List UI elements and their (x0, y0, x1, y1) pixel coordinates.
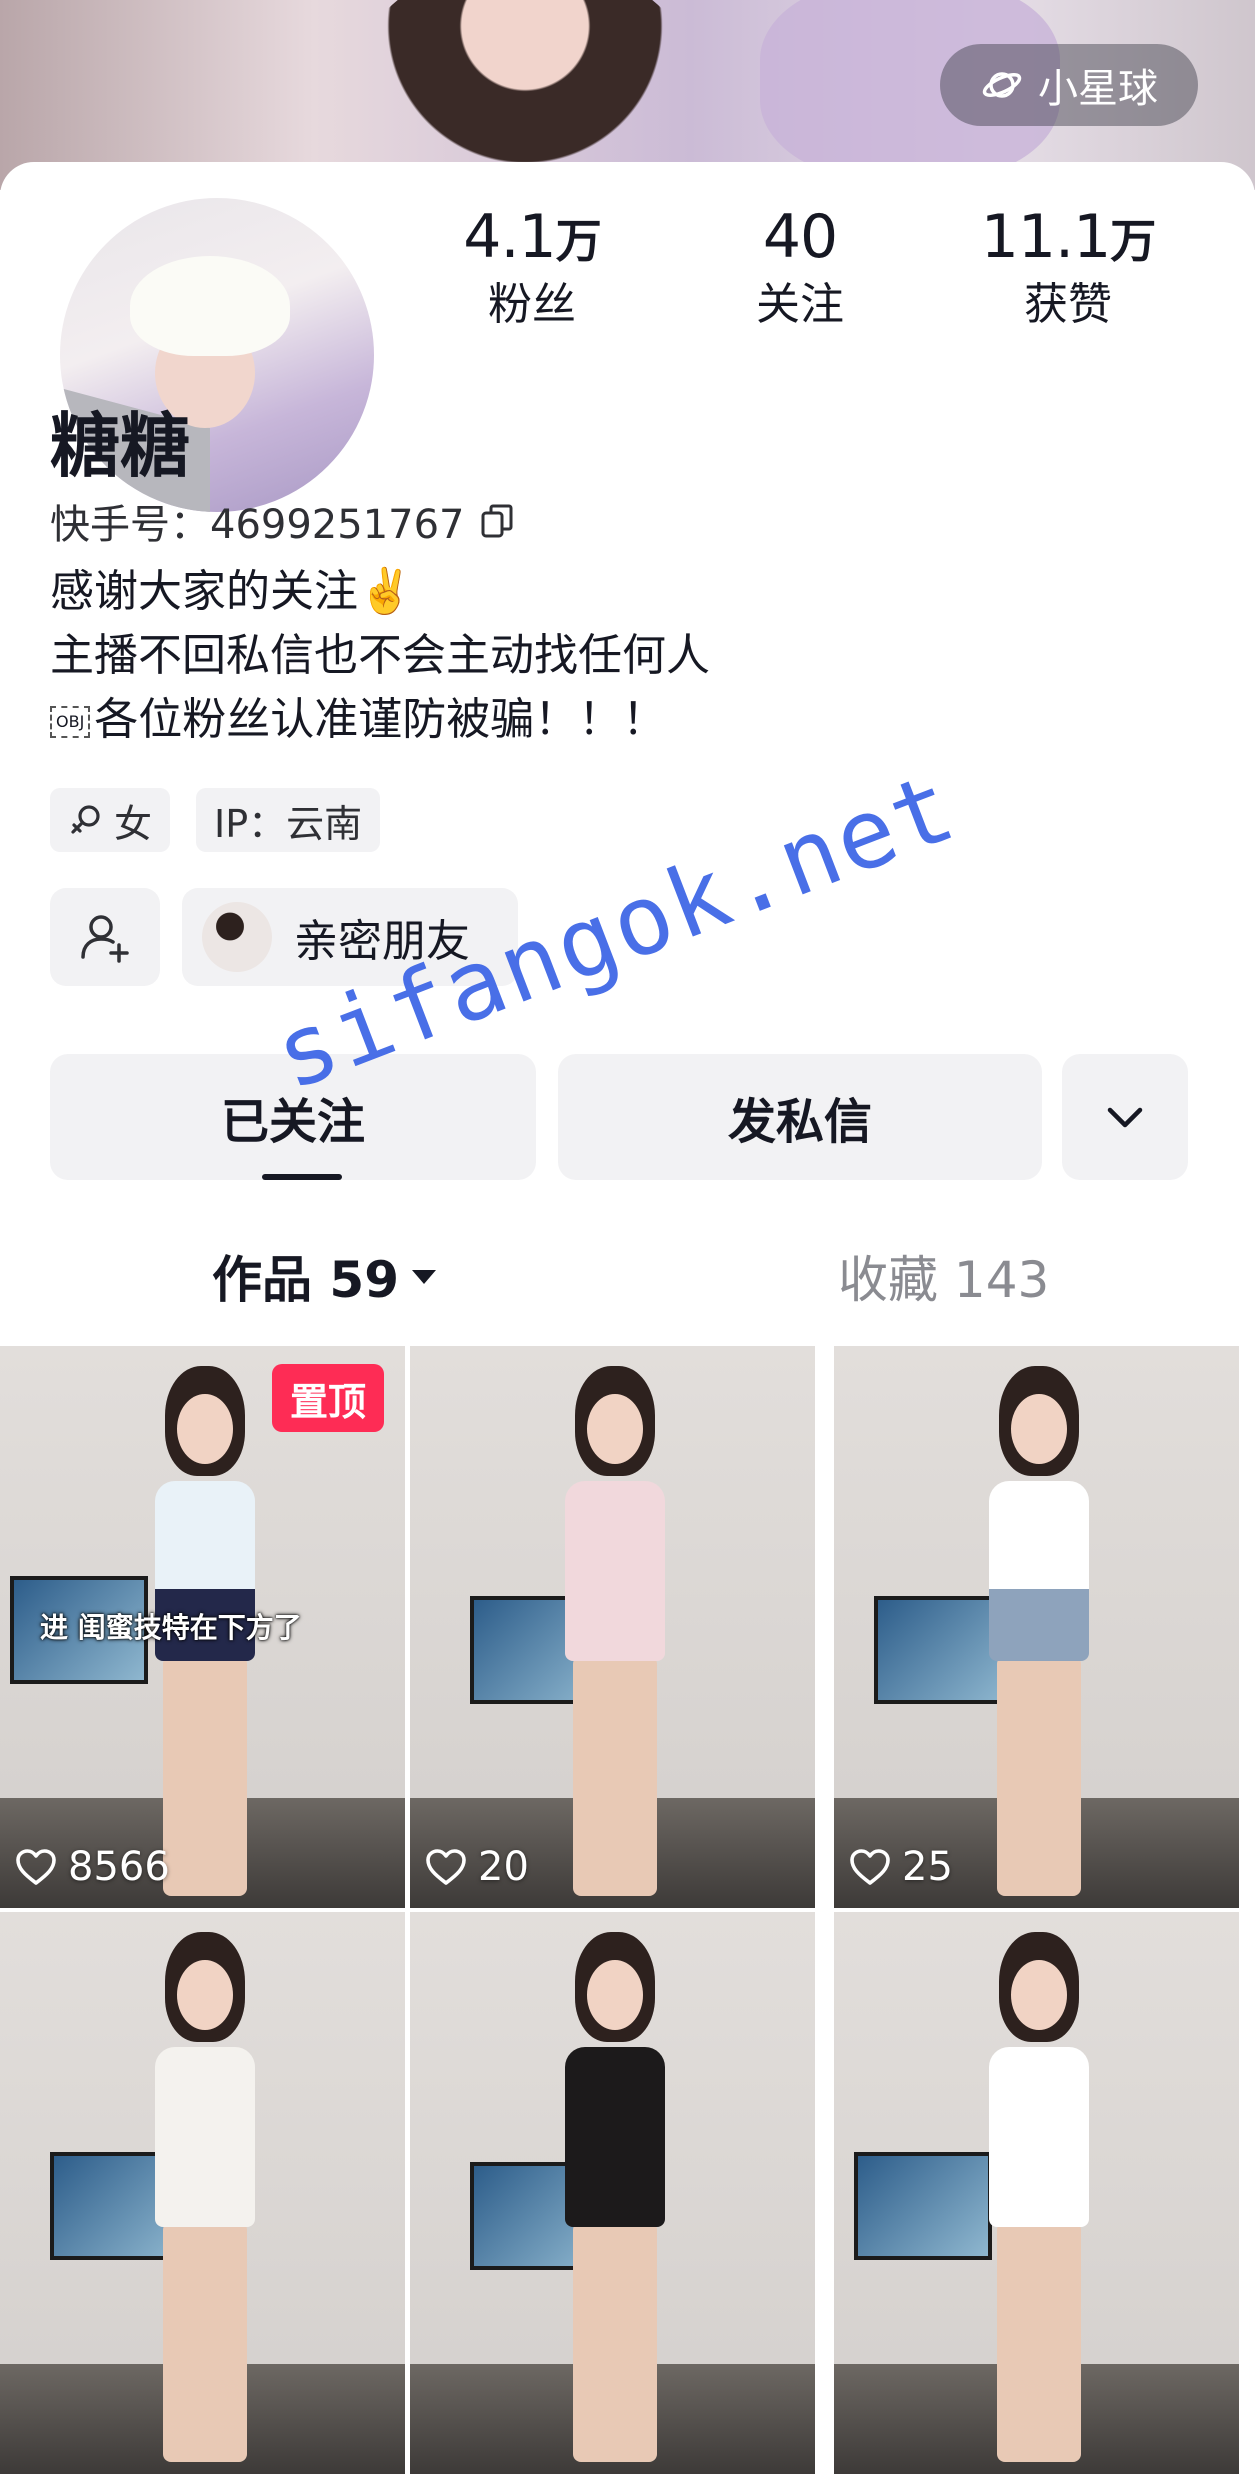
stat-likes-label: 获赞 (1024, 279, 1112, 330)
video-card[interactable] (834, 1912, 1239, 2474)
tab-collections[interactable]: 收藏 143 (838, 1240, 1049, 1312)
video-likes: 25 (848, 1844, 953, 1890)
video-likes-count: 25 (902, 1844, 953, 1890)
stat-followers-label: 粉丝 (488, 279, 576, 330)
stat-following[interactable]: 40 关注 (700, 202, 900, 332)
stat-following-label: 关注 (756, 279, 844, 330)
stat-followers[interactable]: 4.1万 粉丝 (432, 202, 632, 332)
profile-name: 糖糖 (50, 405, 190, 487)
copy-icon[interactable] (479, 502, 517, 540)
little-planet-button[interactable]: 小星球 (940, 44, 1198, 126)
add-user-icon (81, 915, 129, 963)
video-card[interactable]: 进 闺蜜技特在下方了 置顶 8566 (0, 1346, 405, 1908)
tab-works[interactable]: 作品 59 (212, 1240, 439, 1312)
video-likes: 20 (424, 1844, 529, 1890)
gender-tag: 女 (50, 788, 171, 852)
banner-photo (360, 0, 690, 180)
ip-tag: IP：云南 (196, 788, 381, 852)
video-likes: 8566 (14, 1844, 170, 1890)
planet-icon (982, 72, 1022, 98)
video-card[interactable] (0, 1912, 405, 2474)
person-in-thumbnail (979, 1366, 1099, 1906)
video-caption: 进 闺蜜技特在下方了 (40, 1611, 302, 1644)
video-card[interactable] (410, 1912, 815, 2474)
bio-line-2: 主播不回私信也不会主动找任何人 (50, 630, 710, 681)
more-dropdown-button[interactable] (1062, 1054, 1188, 1180)
chevron-down-icon (1107, 1107, 1143, 1128)
video-card[interactable]: 25 (834, 1346, 1239, 1908)
tab-works-label: 作品 59 (212, 1251, 399, 1309)
tv-in-thumbnail (854, 2152, 992, 2260)
video-card[interactable]: 20 (410, 1346, 815, 1908)
video-likes-count: 20 (478, 1844, 529, 1890)
profile-bio: 感谢大家的关注✌️ 主播不回私信也不会主动找任何人 OBJ 各位粉丝认准谨防被骗！… (50, 560, 710, 752)
video-likes-count: 8566 (68, 1844, 170, 1890)
heart-icon (426, 1849, 466, 1885)
user-id-row: 快手号：4699251767 (50, 492, 517, 550)
caret-down-icon (412, 1270, 436, 1284)
add-friend-button[interactable] (50, 888, 160, 986)
stat-following-value: 40 (762, 202, 838, 272)
pinned-badge: 置顶 (272, 1364, 384, 1432)
stat-likes-value: 11.1 (980, 202, 1112, 272)
heart-icon (850, 1849, 890, 1885)
message-label: 发私信 (727, 1094, 872, 1150)
person-in-thumbnail (555, 1932, 675, 2472)
ip-label: IP：云南 (214, 801, 363, 846)
female-gender-icon (71, 805, 100, 834)
tab-collections-label: 收藏 143 (838, 1251, 1050, 1309)
stat-likes-unit: 万 (1110, 214, 1156, 268)
stat-followers-unit: 万 (555, 214, 602, 268)
person-in-thumbnail (145, 1932, 265, 2472)
bio-line-1: 感谢大家的关注✌️ (50, 566, 413, 617)
person-in-thumbnail (555, 1366, 675, 1906)
close-friend-avatar (202, 902, 272, 972)
gender-label: 女 (114, 801, 153, 846)
bio-line-3: 各位粉丝认准谨防被骗！！！ (94, 694, 667, 745)
message-button[interactable]: 发私信 (558, 1054, 1042, 1180)
obj-placeholder-glyph: OBJ (50, 706, 91, 738)
heart-icon (16, 1849, 56, 1885)
stat-likes[interactable]: 11.1万 获赞 (968, 202, 1168, 332)
person-in-thumbnail (979, 1932, 1099, 2472)
active-tab-indicator (262, 1174, 342, 1180)
little-planet-label: 小星球 (1038, 66, 1158, 112)
user-id-text: 快手号：4699251767 (50, 502, 465, 548)
bio-line-3-row: OBJ 各位粉丝认准谨防被骗！！！ (50, 688, 710, 752)
stat-followers-value: 4.1 (463, 202, 556, 272)
